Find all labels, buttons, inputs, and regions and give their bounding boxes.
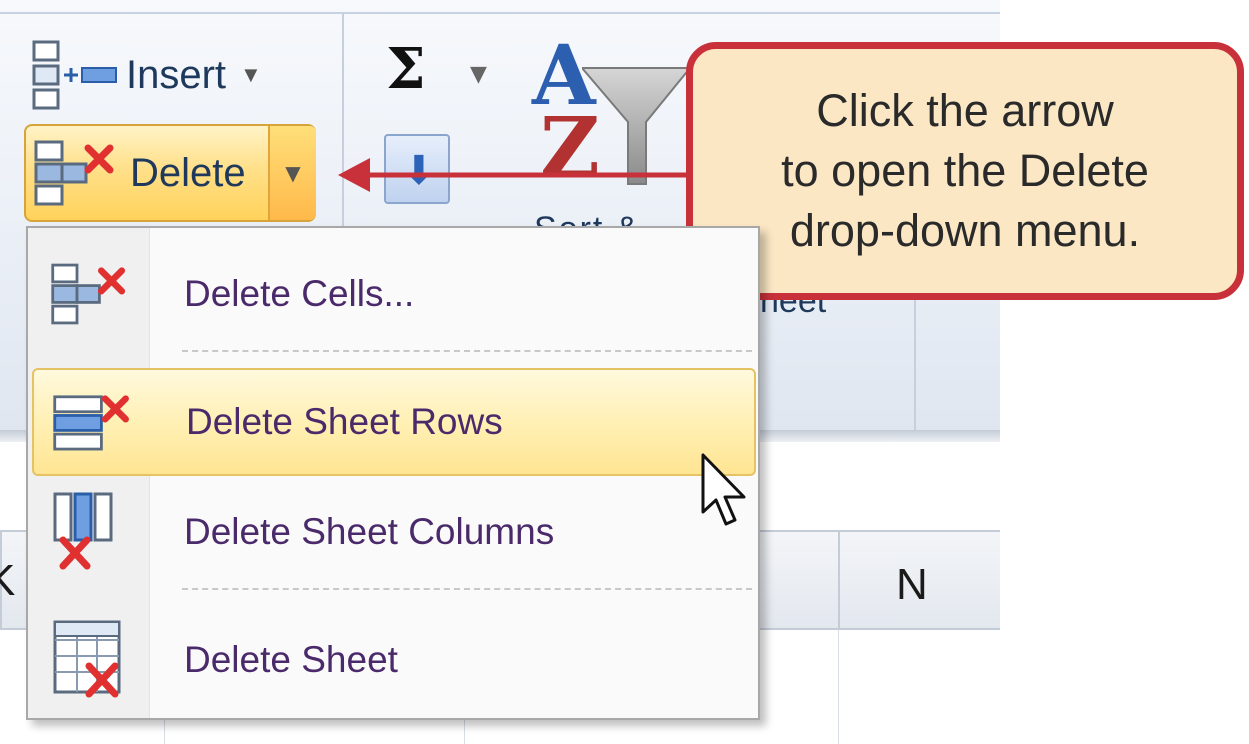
chevron-down-icon: ▼ xyxy=(285,161,301,185)
column-header-k[interactable]: K xyxy=(0,556,15,606)
callout-line-3: drop-down menu. xyxy=(789,205,1141,256)
insert-cells-icon xyxy=(32,40,117,110)
menu-item-delete-sheet-rows[interactable]: Delete Sheet Rows xyxy=(32,368,756,476)
mouse-cursor-icon xyxy=(701,453,746,526)
delete-rows-icon xyxy=(53,395,129,451)
callout-line-1: Click the arrow xyxy=(816,85,1114,136)
delete-dropdown-menu: Delete Cells... Delete Sheet Rows Delete… xyxy=(26,226,760,720)
column-header-n[interactable]: N xyxy=(896,560,928,610)
callout-line-2: to open the Delete xyxy=(781,145,1149,196)
delete-label: Delete xyxy=(130,150,246,195)
menu-item-label: Delete Sheet Columns xyxy=(184,511,555,552)
insert-button[interactable]: Insert ▼ xyxy=(32,40,262,110)
delete-columns-icon xyxy=(53,492,113,570)
menu-item-delete-sheet[interactable]: Delete Sheet xyxy=(32,606,756,714)
menu-item-label: Delete Cells... xyxy=(184,273,415,314)
menu-separator xyxy=(182,350,752,352)
delete-button[interactable]: Delete xyxy=(26,126,268,220)
grid-line xyxy=(838,630,839,744)
chevron-down-icon[interactable]: ▼ xyxy=(470,62,487,87)
column-divider xyxy=(838,530,840,630)
sigma-icon: Σ xyxy=(386,36,426,102)
menu-separator xyxy=(182,588,752,590)
delete-cells-icon xyxy=(34,140,114,206)
delete-cells-icon xyxy=(51,263,126,325)
instruction-callout: Click the arrow to open the Delete drop-… xyxy=(686,42,1244,300)
chevron-down-icon: ▼ xyxy=(240,62,262,87)
delete-sheet-icon xyxy=(53,620,121,698)
ribbon-group-separator xyxy=(914,300,916,430)
insert-label: Insert xyxy=(126,52,227,97)
menu-item-label: Delete Sheet xyxy=(184,639,398,680)
delete-dropdown-arrow[interactable]: ▼ xyxy=(268,126,316,220)
delete-split-button[interactable]: Delete ▼ xyxy=(24,124,316,222)
pointer-arrow-icon xyxy=(338,158,696,192)
autosum-button[interactable]: Σ xyxy=(386,36,426,102)
ribbon-top-line xyxy=(0,12,1000,14)
menu-item-delete-cells[interactable]: Delete Cells... xyxy=(32,240,756,348)
menu-item-delete-sheet-columns[interactable]: Delete Sheet Columns xyxy=(32,478,756,586)
menu-item-label: Delete Sheet Rows xyxy=(186,401,503,442)
